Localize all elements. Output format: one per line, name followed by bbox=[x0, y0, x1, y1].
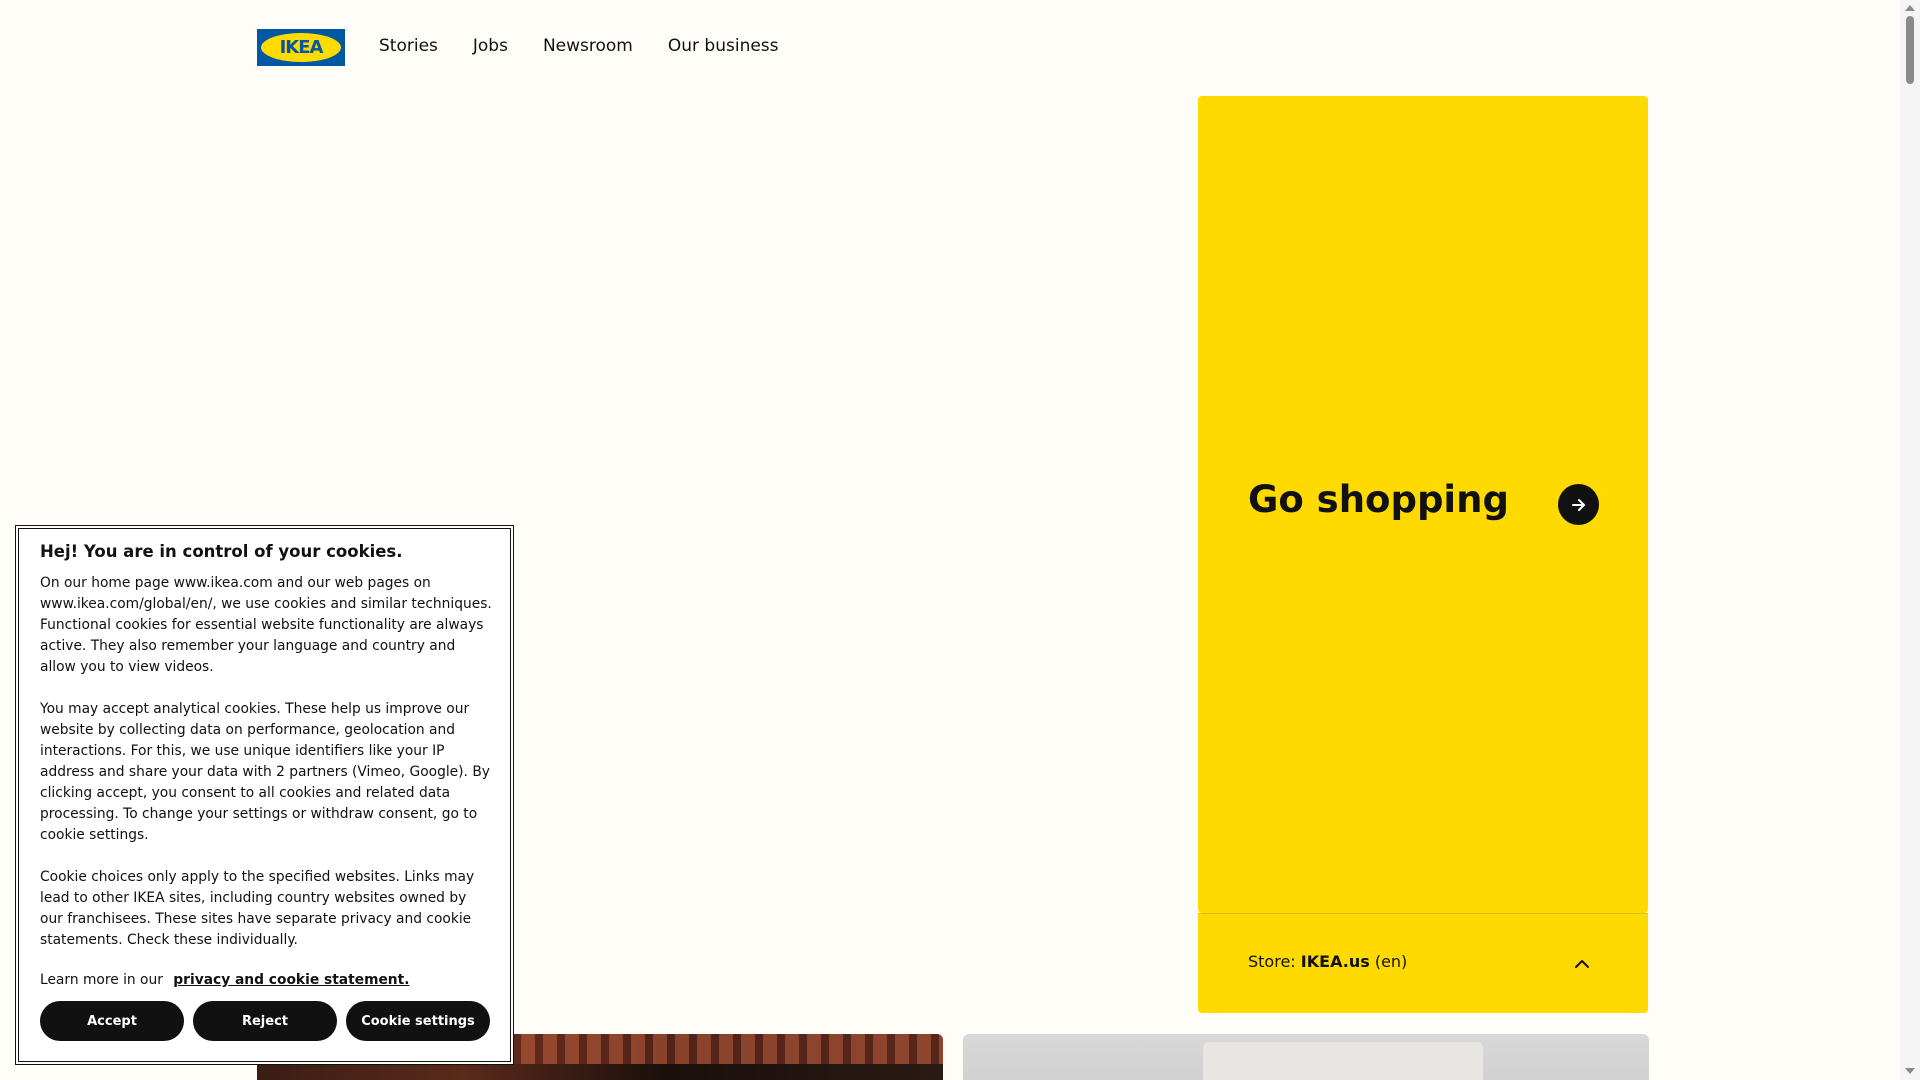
page-scrollbar[interactable] bbox=[1900, 0, 1920, 1080]
learn-more: Learn more in our privacy and cookie sta… bbox=[40, 972, 492, 988]
store-selector-text: Store: IKEA.us (en) bbox=[1248, 952, 1407, 971]
go-shopping-link[interactable]: Go shopping bbox=[1198, 96, 1648, 914]
privacy-statement-link[interactable]: privacy and cookie statement. bbox=[173, 972, 409, 988]
cookie-paragraph-functional: On our home page www.ikea.com and our we… bbox=[40, 575, 492, 675]
cookie-title: Hej! You are in control of your cookies. bbox=[40, 542, 403, 561]
ikea-logo[interactable]: IKEA bbox=[257, 29, 345, 66]
arrow-right-icon[interactable] bbox=[1558, 484, 1599, 525]
cookie-consent-dialog: Hej! You are in control of your cookies.… bbox=[15, 525, 514, 1065]
card-image bbox=[1203, 1042, 1483, 1080]
main-nav: Stories Jobs Newsroom Our business bbox=[379, 36, 779, 56]
cookie-paragraph-analytics: You may accept analytical cookies. These… bbox=[40, 701, 490, 843]
go-shopping-title: Go shopping bbox=[1248, 478, 1509, 521]
cookie-content: Hej! You are in control of your cookies.… bbox=[40, 542, 492, 988]
cookie-paragraph-scope: Cookie choices only apply to the specifi… bbox=[40, 869, 475, 948]
story-card-right[interactable] bbox=[963, 1034, 1649, 1080]
store-selector[interactable]: Store: IKEA.us (en) bbox=[1198, 914, 1648, 1013]
store-name: IKEA.us bbox=[1300, 952, 1370, 971]
reject-button[interactable]: Reject bbox=[193, 1001, 337, 1041]
store-language: (en) bbox=[1374, 952, 1408, 971]
cookie-settings-button[interactable]: Cookie settings bbox=[346, 1001, 490, 1041]
nav-jobs[interactable]: Jobs bbox=[473, 36, 508, 56]
nav-stories[interactable]: Stories bbox=[379, 36, 438, 56]
go-shopping-panel: Go shopping bbox=[1198, 96, 1648, 914]
nav-newsroom[interactable]: Newsroom bbox=[543, 36, 633, 56]
store-label: Store: bbox=[1248, 952, 1296, 971]
chevron-up-icon bbox=[1575, 960, 1589, 968]
accept-button[interactable]: Accept bbox=[40, 1001, 184, 1041]
scroll-thumb[interactable] bbox=[1906, 16, 1914, 84]
logo-oval: IKEA bbox=[261, 33, 341, 62]
scroll-up-icon[interactable] bbox=[1905, 5, 1915, 11]
learn-more-text: Learn more in our bbox=[40, 972, 163, 988]
logo-text: IKEA bbox=[279, 37, 324, 58]
site-header: IKEA Stories Jobs Newsroom Our business bbox=[0, 0, 1900, 96]
nav-our-business[interactable]: Our business bbox=[668, 36, 779, 56]
cookie-buttons: Accept Reject Cookie settings bbox=[40, 1001, 490, 1041]
scroll-down-icon[interactable] bbox=[1905, 1068, 1915, 1074]
